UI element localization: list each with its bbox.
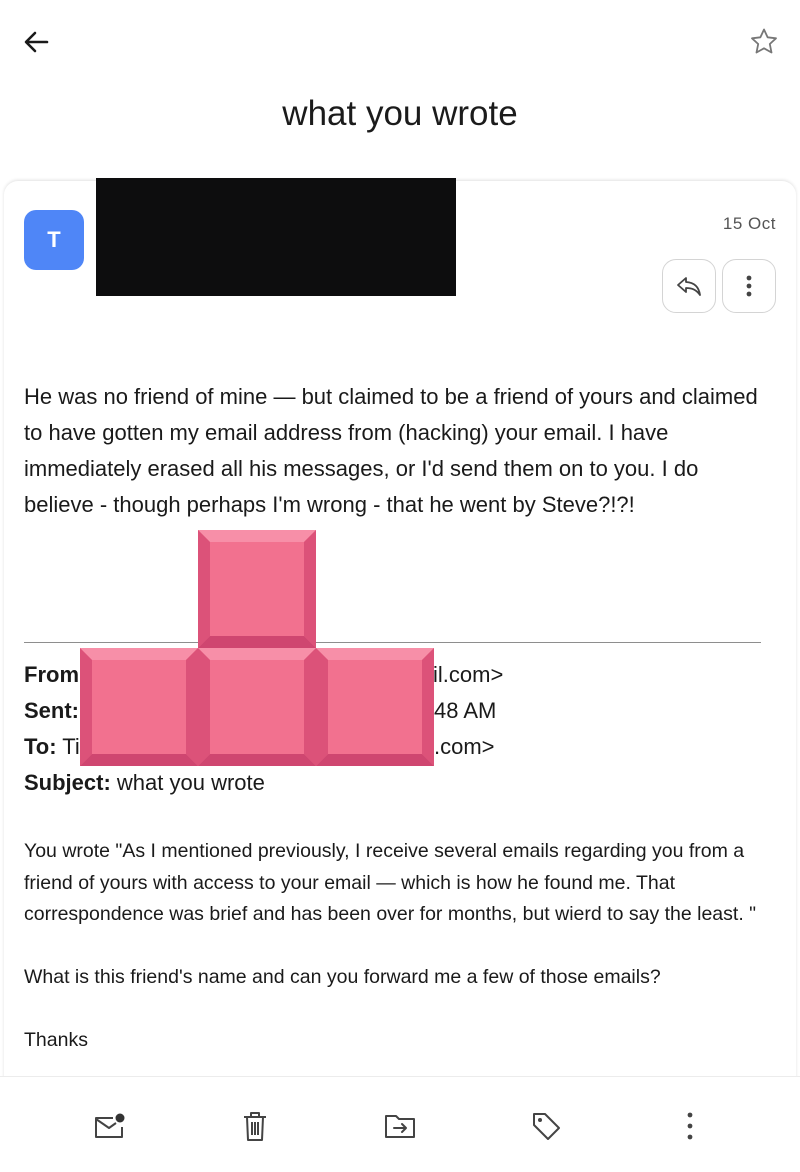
subject-label: Subject: <box>24 770 111 795</box>
quoted-paragraph: What is this friend's name and can you f… <box>24 966 661 988</box>
message-more-button[interactable] <box>722 259 776 313</box>
quoted-from-line: From <box>24 662 79 688</box>
move-to-folder-button[interactable] <box>378 1104 422 1148</box>
quoted-to-line: To: Ti <box>24 734 80 760</box>
trash-icon <box>244 1112 266 1141</box>
redacted-sender-info <box>96 178 456 296</box>
delete-button[interactable] <box>233 1104 277 1148</box>
more-vertical-icon <box>687 1112 693 1140</box>
label-button[interactable] <box>524 1104 568 1148</box>
to-label: To: <box>24 734 57 759</box>
message-date: 15 Oct <box>722 214 776 233</box>
tetris-top-block <box>198 530 316 648</box>
label-tag-icon <box>533 1113 560 1140</box>
sender-avatar[interactable]: T <box>24 210 84 270</box>
sent-time-tail: 48 AM <box>434 698 497 723</box>
mark-unread-icon <box>95 1113 125 1138</box>
top-app-bar <box>0 0 800 84</box>
quoted-sent-line: Sent: <box>24 698 79 724</box>
mark-unread-button[interactable] <box>87 1104 131 1148</box>
reply-icon <box>677 277 701 296</box>
from-email-tail: il.com> <box>433 662 504 687</box>
more-vertical-icon <box>746 275 752 297</box>
tetris-middle-block <box>198 648 316 766</box>
to-email-tail: .com> <box>434 734 495 759</box>
tetris-left-block <box>80 648 198 766</box>
tetris-block-sticker <box>80 530 434 766</box>
arrow-left-icon <box>24 31 49 53</box>
to-name-head: Ti <box>62 734 80 759</box>
sent-label: Sent: <box>24 698 79 723</box>
subject-value: what you wrote <box>116 770 265 795</box>
quoted-subject-line: Subject: what you wrote <box>24 770 265 796</box>
quoted-message-body: You wrote "As I mentioned previously, I … <box>24 836 784 1088</box>
email-subject-title: what you wrote <box>282 94 518 133</box>
star-button[interactable] <box>742 22 786 62</box>
star-outline-icon <box>751 28 777 54</box>
back-button[interactable] <box>14 22 58 62</box>
message-body: He was no friend of mine — but claimed t… <box>24 384 758 517</box>
move-to-folder-icon <box>385 1115 415 1138</box>
quoted-paragraph: Thanks <box>24 1029 88 1051</box>
bottom-more-button[interactable] <box>668 1104 712 1148</box>
tetris-right-block <box>316 648 434 766</box>
from-label: From <box>24 662 79 687</box>
quoted-paragraph: You wrote "As I mentioned previously, I … <box>24 840 757 925</box>
reply-button[interactable] <box>662 259 716 313</box>
